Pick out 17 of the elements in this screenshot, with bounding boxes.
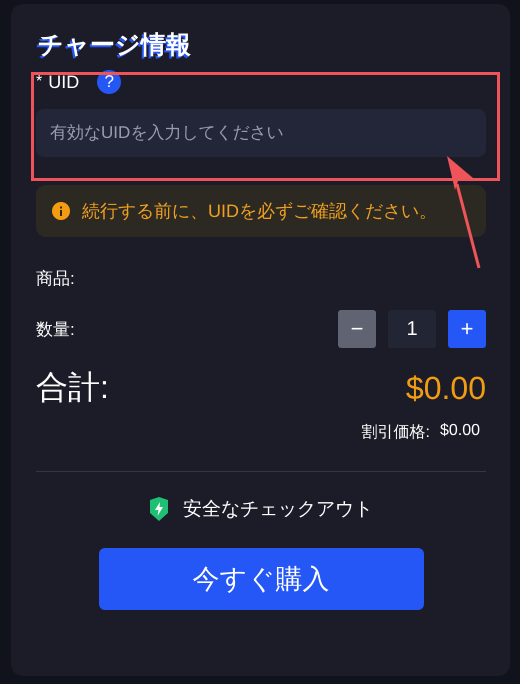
- discount-amount: $0.00: [440, 422, 480, 441]
- shield-icon: [149, 497, 169, 521]
- required-mark: *: [36, 73, 42, 91]
- increment-button[interactable]: +: [448, 310, 486, 348]
- secure-checkout-text: 安全なチェックアウト: [183, 498, 373, 522]
- warning-text: 続行する前に、UIDを必ずご確認ください。: [82, 200, 437, 223]
- quantity-field[interactable]: 1: [388, 310, 436, 348]
- total-amount: $0.00: [406, 370, 486, 406]
- uid-label: UID: [48, 72, 80, 92]
- quantity-label: 数量:: [36, 318, 75, 340]
- info-icon: [52, 202, 70, 220]
- total-label: 合計:: [36, 368, 109, 407]
- uid-field[interactable]: 有効なUIDを入力してください: [36, 109, 486, 157]
- buy-now-button[interactable]: 今すぐ購入: [98, 548, 424, 610]
- product-label: 商品:: [36, 268, 76, 290]
- discount-label: 割引価格:: [362, 422, 430, 443]
- section-title: チャージ情報: [38, 30, 191, 61]
